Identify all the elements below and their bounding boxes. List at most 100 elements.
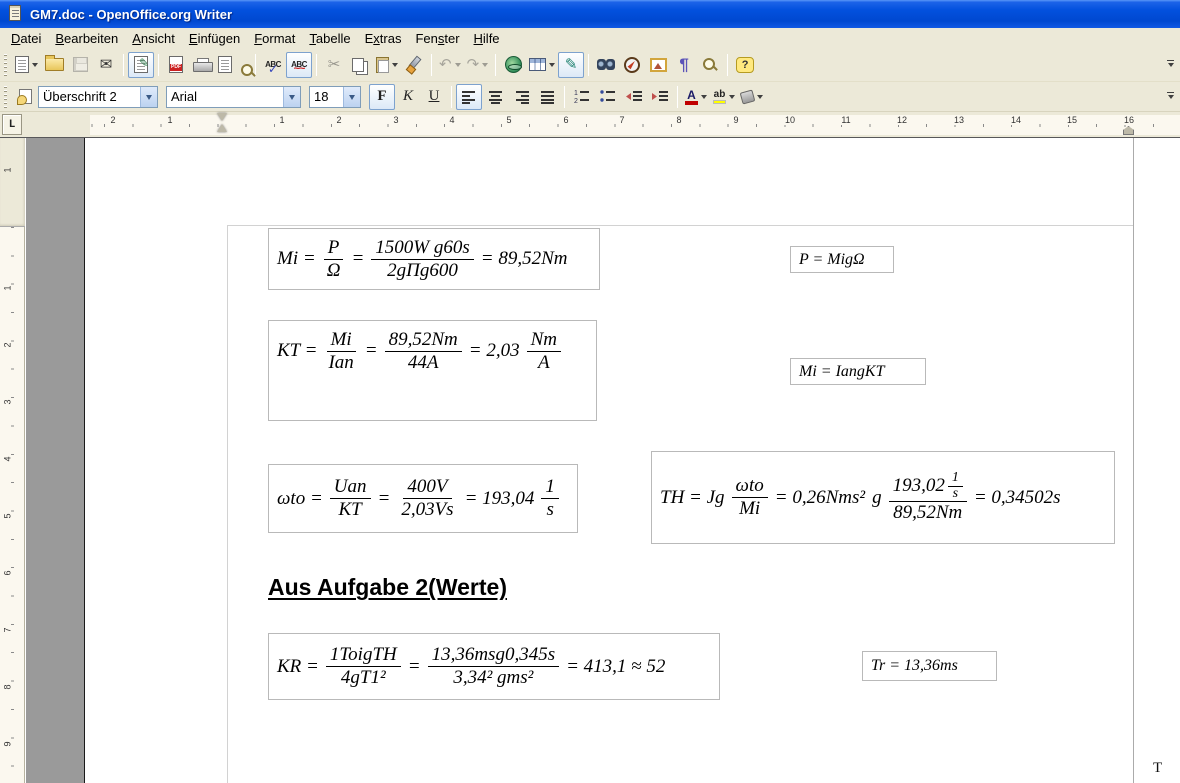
toolbar-separator [123,54,124,76]
bold-button[interactable]: F [369,84,395,110]
tab-type-selector[interactable]: L [2,114,22,135]
edit-file-button[interactable]: ✎ [128,52,154,78]
toolbar-separator [451,86,452,108]
find-replace-button[interactable] [593,52,619,78]
save-button[interactable] [67,52,93,78]
document-page[interactable]: Mi = PΩ = 1500W g60s2gΠg600 = 89,52Nm P … [84,138,1180,783]
toolbar-separator [316,54,317,76]
italic-button[interactable]: K [395,84,421,110]
navigator-button[interactable] [619,52,645,78]
copy-button[interactable] [347,52,373,78]
globe-icon [505,56,522,73]
font-color-button[interactable]: A [682,84,710,110]
formula-frame-th[interactable]: TH = Jg ωtoMi = 0,26Nms² g 193,021s89,52… [651,451,1115,544]
ruler-number: 3 [391,115,400,125]
formatting-marks-button[interactable]: ¶ [671,52,697,78]
formula-frame-kt[interactable]: KT = MiIan = 89,52Nm44A = 2,03 NmA [268,320,597,421]
align-left-button[interactable] [456,84,482,110]
menu-ansicht[interactable]: Ansicht [125,29,182,48]
ruler-number: 12 [895,115,909,125]
chevron-down-icon [455,63,461,70]
section-heading[interactable]: Aus Aufgabe 2(Werte) [268,574,507,601]
print-button[interactable] [189,52,215,78]
formula-frame-mi[interactable]: Mi = PΩ = 1500W g60s2gΠg600 = 89,52Nm [268,228,600,290]
auto-spellcheck-button[interactable]: ABC~~ [286,52,312,78]
open-button[interactable] [41,52,67,78]
draw-functions-button[interactable]: ✎ [558,52,584,78]
font-name-select[interactable]: Arial [166,86,301,108]
export-pdf-button[interactable]: PDF [163,52,189,78]
menu-einfuegen[interactable]: Einfügen [182,29,247,48]
spellcheck-button[interactable]: ABC✓ [260,52,286,78]
styles-button[interactable] [12,84,38,110]
toolbar-grip[interactable] [2,54,9,76]
formula-frame-kr[interactable]: KR = 1ToigTH4gT1² = 13,36msg0,345s3,34² … [268,633,720,700]
formatting-toolbar: Überschrift 2 Arial 18 F K U 12 A ab [0,82,1180,112]
insert-table-button[interactable] [526,52,558,78]
formula-frame-p[interactable]: P = MigΩ [790,246,894,273]
new-document-button[interactable] [12,52,41,78]
toolbar-options-button[interactable] [1167,60,1174,70]
formula-frame-wto[interactable]: ωto = UanKT = 400V2,03Vs = 193,04 1s [268,464,578,533]
paintbrush-icon [406,57,422,73]
background-color-button[interactable] [738,84,766,110]
formula-frame-tr[interactable]: Tr = 13,36ms [862,651,997,681]
formula-text: Tr = 13,36ms [871,657,958,675]
ruler-number: 5 [504,115,513,125]
ruler-number: 8 [3,684,13,689]
help-button[interactable]: ? [732,52,758,78]
formula-text: P = MigΩ [799,251,865,269]
chevron-down-icon [392,63,398,70]
toolbar-options-button[interactable] [1167,92,1174,102]
email-button[interactable]: ✉ [93,52,119,78]
cut-button[interactable]: ✂ [321,52,347,78]
bullet-list-button[interactable] [595,84,621,110]
justify-button[interactable] [534,84,560,110]
chevron-down-icon [482,63,488,70]
indent-marker[interactable] [217,113,228,132]
page-preview-button[interactable] [215,52,251,78]
gallery-button[interactable] [645,52,671,78]
title-bar[interactable]: GM7.doc - OpenOffice.org Writer [0,0,1180,28]
hyperlink-button[interactable] [500,52,526,78]
styles-icon [19,89,32,104]
menu-hilfe[interactable]: Hilfe [467,29,507,48]
zoom-button[interactable] [697,52,723,78]
ruler-number: 6 [561,115,570,125]
chevron-down-icon[interactable] [140,87,157,107]
workspace-background [26,138,84,783]
ruler-number: 1 [165,115,174,125]
align-right-button[interactable] [508,84,534,110]
menu-extras[interactable]: Extras [358,29,409,48]
increase-indent-button[interactable] [647,84,673,110]
size-value: 18 [310,89,343,104]
highlighting-button[interactable]: ab [710,84,738,110]
toolbar-grip[interactable] [2,86,9,108]
menu-fenster[interactable]: Fenster [408,29,466,48]
menu-bearbeiten[interactable]: Bearbeiten [48,29,125,48]
underline-button[interactable]: U [421,84,447,110]
vertical-ruler: 1 1 2 3 4 5 6 7 8 9 [0,138,25,783]
undo-button[interactable]: ↶ [436,52,464,78]
decrease-indent-button[interactable] [621,84,647,110]
style-value: Überschrift 2 [39,89,140,104]
paragraph-style-select[interactable]: Überschrift 2 [38,86,158,108]
draw-pencil-icon: ✎ [565,57,578,72]
chevron-down-icon[interactable] [343,87,360,107]
redo-button[interactable]: ↷ [464,52,492,78]
chevron-down-icon[interactable] [283,87,300,107]
chevron-down-icon [701,95,707,102]
menu-tabelle[interactable]: Tabelle [302,29,357,48]
paint-can-icon [740,89,756,104]
menu-datei[interactable]: Datei [4,29,48,48]
paste-button[interactable] [373,52,401,78]
menu-format[interactable]: Format [247,29,302,48]
format-paintbrush-button[interactable] [401,52,427,78]
ruler-number: 2 [108,115,117,125]
formula-frame-mi2[interactable]: Mi = IangKT [790,358,926,385]
font-size-select[interactable]: 18 [309,86,361,108]
ruler-number: 1 [277,115,286,125]
menu-bar: Datei Bearbeiten Ansicht Einfügen Format… [0,28,1180,48]
numbered-list-button[interactable]: 12 [569,84,595,110]
align-center-button[interactable] [482,84,508,110]
